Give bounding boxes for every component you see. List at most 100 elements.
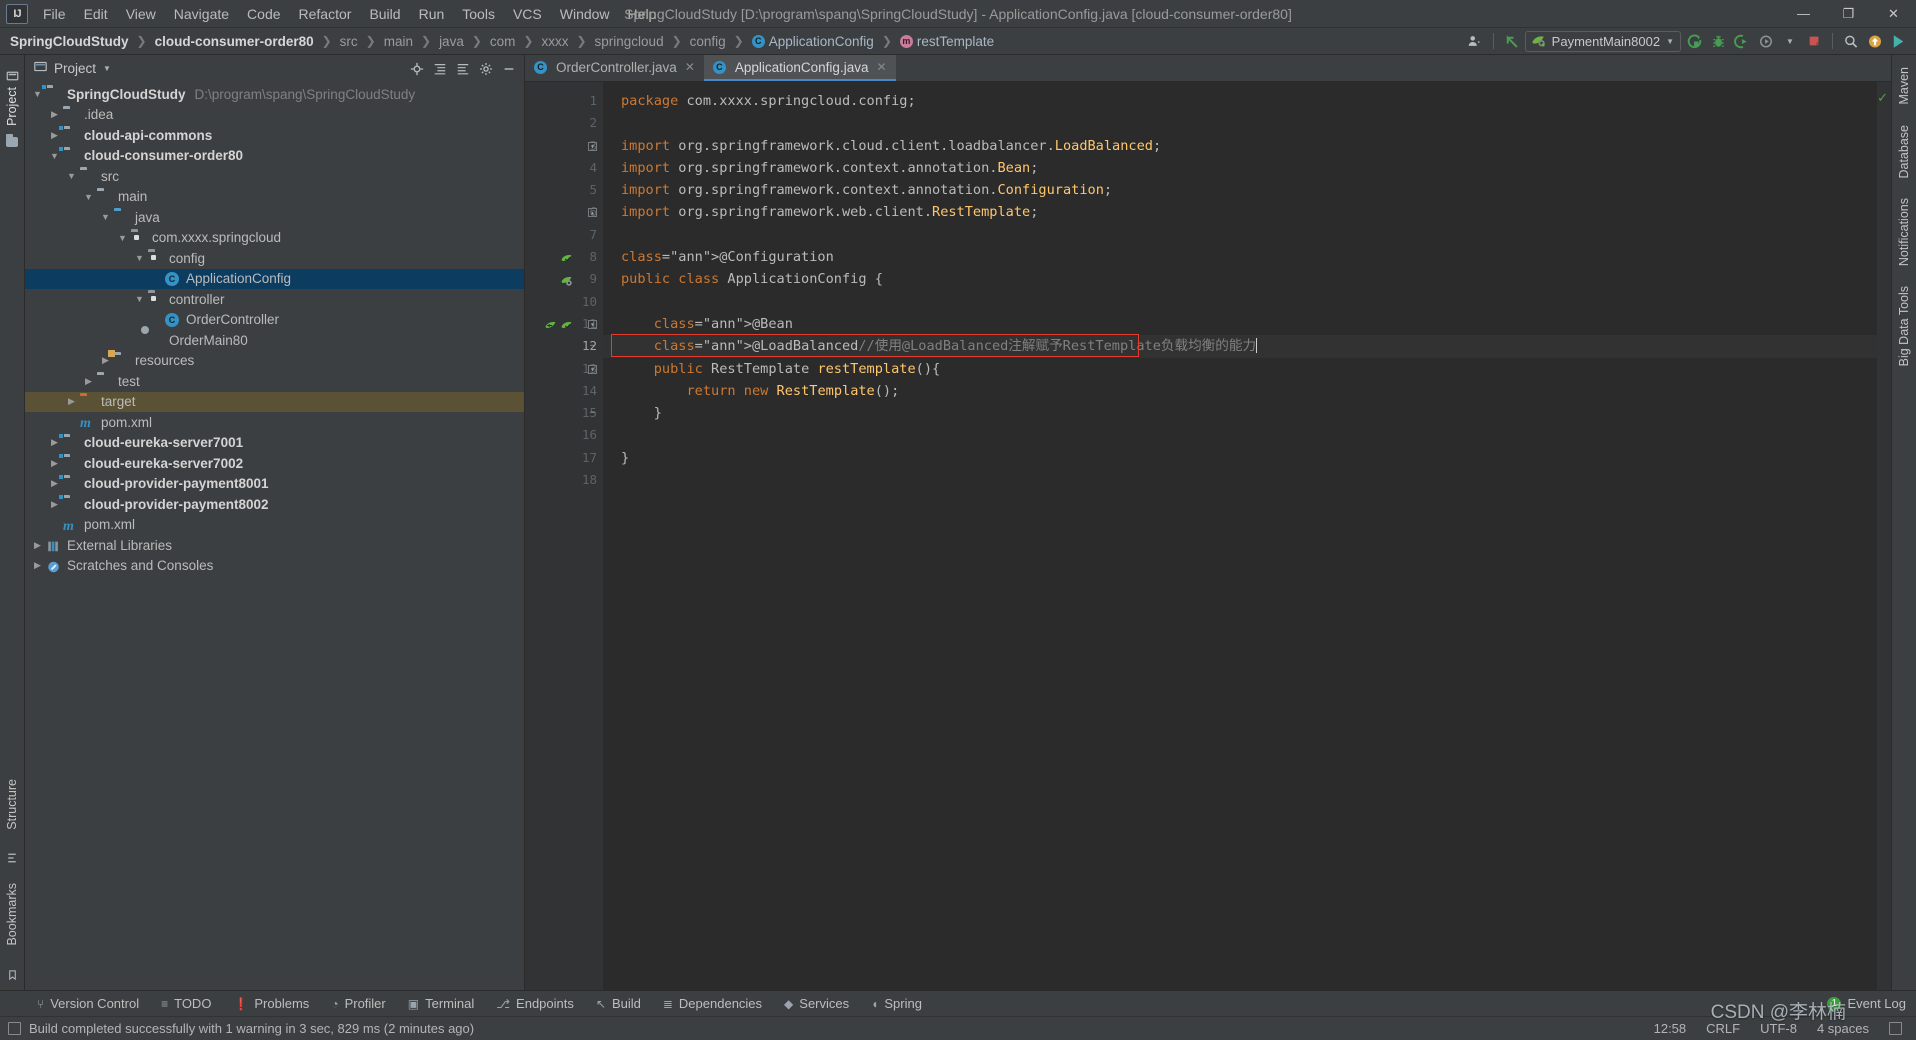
code-line-13[interactable]: public RestTemplate restTemplate(){	[603, 358, 1877, 380]
rail-item-maven[interactable]: Maven	[1897, 67, 1911, 105]
tree-node-cloud-api-commons[interactable]: ▶ cloud-api-commons	[25, 125, 524, 146]
close-icon[interactable]: ✕	[685, 60, 695, 74]
tree-node-ordermain80[interactable]: OrderMain80	[25, 330, 524, 351]
tree-expand-arrow-icon[interactable]: ▶	[46, 437, 63, 448]
tree-expand-arrow-icon[interactable]: ▶	[63, 396, 80, 407]
code-fold-icon[interactable]: ▾	[588, 364, 597, 374]
gutter-line-18[interactable]: 18	[525, 469, 603, 491]
code-line-6[interactable]: import org.springframework.web.client.Re…	[603, 201, 1877, 223]
menu-window[interactable]: Window	[551, 2, 619, 26]
menu-vcs[interactable]: VCS	[504, 2, 551, 26]
toolwindow-spring[interactable]: ◖ Spring	[860, 994, 933, 1013]
code-line-10[interactable]	[603, 291, 1877, 313]
menu-code[interactable]: Code	[238, 2, 289, 26]
menu-refactor[interactable]: Refactor	[290, 2, 361, 26]
code-line-16[interactable]	[603, 424, 1877, 446]
hide-panel-icon[interactable]	[498, 58, 520, 79]
gutter-line-7[interactable]: 7	[525, 224, 603, 246]
code-line-8[interactable]: class="ann">@Configuration	[603, 246, 1877, 268]
debug-button[interactable]	[1707, 31, 1729, 52]
more-run-options-icon[interactable]: ▼	[1779, 31, 1801, 52]
tree-expand-arrow-icon[interactable]: ▶	[46, 499, 63, 510]
code-fold-icon[interactable]: ─	[588, 409, 597, 418]
tree-expand-arrow-icon[interactable]: ▶	[46, 478, 63, 489]
profile-button[interactable]	[1755, 31, 1777, 52]
tree-expand-arrow-icon[interactable]: ▼	[131, 294, 148, 304]
code-line-14[interactable]: return new RestTemplate();	[603, 380, 1877, 402]
gutter-line-12[interactable]: ─ 12	[525, 335, 603, 357]
code-fold-icon[interactable]: ─	[588, 342, 597, 351]
lock-icon[interactable]	[1889, 1022, 1902, 1035]
rail-item-big-data-tools[interactable]: Big Data Tools	[1897, 286, 1911, 366]
editor-gutter[interactable]: 1 2 ▾ 3 4 5 ▴ 6 7 8 9 10 ▾ 11 ─ 12 ▾ 13 14 ─ 15 16 17 18	[525, 82, 603, 990]
tree-node-src[interactable]: ▼ src	[25, 166, 524, 187]
crumb-src[interactable]: src	[338, 33, 360, 50]
tree-expand-arrow-icon[interactable]: ▼	[29, 89, 46, 99]
gutter-line-16[interactable]: 16	[525, 424, 603, 446]
code-line-3[interactable]: import org.springframework.cloud.client.…	[603, 135, 1877, 157]
tree-expand-arrow-icon[interactable]: ▼	[114, 233, 131, 243]
code-line-5[interactable]: import org.springframework.context.annot…	[603, 179, 1877, 201]
tree-expand-arrow-icon[interactable]: ▶	[29, 540, 46, 551]
code-line-1[interactable]: package com.xxxx.springcloud.config;	[603, 90, 1877, 112]
gutter-line-9[interactable]: 9	[525, 268, 603, 290]
tree-expand-arrow-icon[interactable]: ▶	[46, 458, 63, 469]
code-line-17[interactable]: }	[603, 447, 1877, 469]
tree-node-controller[interactable]: ▼ controller	[25, 289, 524, 310]
code-fold-icon[interactable]: ▾	[588, 141, 597, 151]
settings-gear-icon[interactable]	[475, 58, 497, 79]
crumb-xxxx[interactable]: xxxx	[539, 33, 570, 50]
gutter-line-3[interactable]: ▾ 3	[525, 135, 603, 157]
tab-ordercontroller[interactable]: C OrderController.java ✕	[525, 55, 704, 81]
tree-node-ordercontroller[interactable]: C OrderController	[25, 310, 524, 331]
gutter-marker-icons[interactable]	[531, 246, 573, 268]
menu-run[interactable]: Run	[410, 2, 454, 26]
event-log-group[interactable]: 1 Event Log	[1827, 996, 1916, 1011]
stop-button[interactable]: s	[1803, 31, 1825, 52]
maximize-button[interactable]: ❐	[1826, 0, 1871, 28]
crumb-resttemplate[interactable]: m restTemplate	[898, 33, 996, 50]
code-fold-icon[interactable]: ▾	[588, 319, 597, 329]
toolwindow-dependencies[interactable]: ≣ Dependencies	[652, 994, 773, 1013]
search-icon[interactable]	[1840, 31, 1862, 52]
tree-node-main[interactable]: ▼ main	[25, 187, 524, 208]
run-with-coverage-button[interactable]	[1731, 31, 1753, 52]
toolwindow-build[interactable]: ↖ Build	[585, 994, 652, 1013]
tree-expand-arrow-icon[interactable]: ▼	[63, 171, 80, 181]
menu-help[interactable]: Help	[619, 2, 666, 26]
crumb-config[interactable]: config	[688, 33, 728, 50]
gutter-line-15[interactable]: ─ 15	[525, 402, 603, 424]
tree-expand-arrow-icon[interactable]: ▼	[97, 212, 114, 222]
tree-expand-arrow-icon[interactable]: ▼	[80, 192, 97, 202]
code-line-2[interactable]	[603, 112, 1877, 134]
run-button[interactable]	[1683, 31, 1705, 52]
code-line-9[interactable]: public class ApplicationConfig {	[603, 268, 1877, 290]
tab-applicationconfig[interactable]: C ApplicationConfig.java ✕	[703, 55, 896, 81]
toolwindow-version-control[interactable]: ⑂ Version Control	[26, 994, 150, 1013]
tree-node-scratches-and-consoles[interactable]: ▶ Scratches and Consoles	[25, 556, 524, 577]
user-account-icon[interactable]	[1464, 31, 1486, 52]
code-content[interactable]: package com.xxxx.springcloud.config; impo…	[603, 82, 1877, 990]
crumb-springcloudstudy[interactable]: SpringCloudStudy	[8, 33, 131, 50]
gutter-marker-icons[interactable]	[531, 268, 573, 290]
tree-expand-arrow-icon[interactable]: ▼	[46, 151, 63, 161]
menu-tools[interactable]: Tools	[453, 2, 504, 26]
gutter-line-8[interactable]: 8	[525, 246, 603, 268]
tree-expand-arrow-icon[interactable]: ▶	[97, 355, 114, 366]
toolwindow-endpoints[interactable]: ⎇ Endpoints	[485, 994, 585, 1013]
crumb-java[interactable]: java	[437, 33, 466, 50]
code-line-4[interactable]: import org.springframework.context.annot…	[603, 157, 1877, 179]
gutter-line-5[interactable]: 5	[525, 179, 603, 201]
minimize-button[interactable]: —	[1781, 0, 1826, 28]
rail-item-bookmarks[interactable]: Bookmarks	[5, 883, 19, 946]
code-line-12[interactable]: class="ann">@LoadBalanced//使用@LoadBalanc…	[603, 334, 1877, 358]
toolwindow-todo[interactable]: ≡ TODO	[150, 994, 222, 1013]
next-step-icon[interactable]	[1888, 31, 1910, 52]
run-configuration-selector[interactable]: PaymentMain8002 ▼	[1524, 30, 1681, 52]
update-project-icon[interactable]	[1864, 31, 1886, 52]
gutter-line-2[interactable]: 2	[525, 112, 603, 134]
tree-node-cloud-consumer-order80[interactable]: ▼ cloud-consumer-order80	[25, 145, 524, 167]
tree-node-springcloudstudy[interactable]: ▼ SpringCloudStudy D:\program\spang\Spring…	[25, 84, 524, 105]
menu-file[interactable]: File	[34, 2, 75, 26]
tree-expand-arrow-icon[interactable]: ▶	[46, 130, 63, 141]
